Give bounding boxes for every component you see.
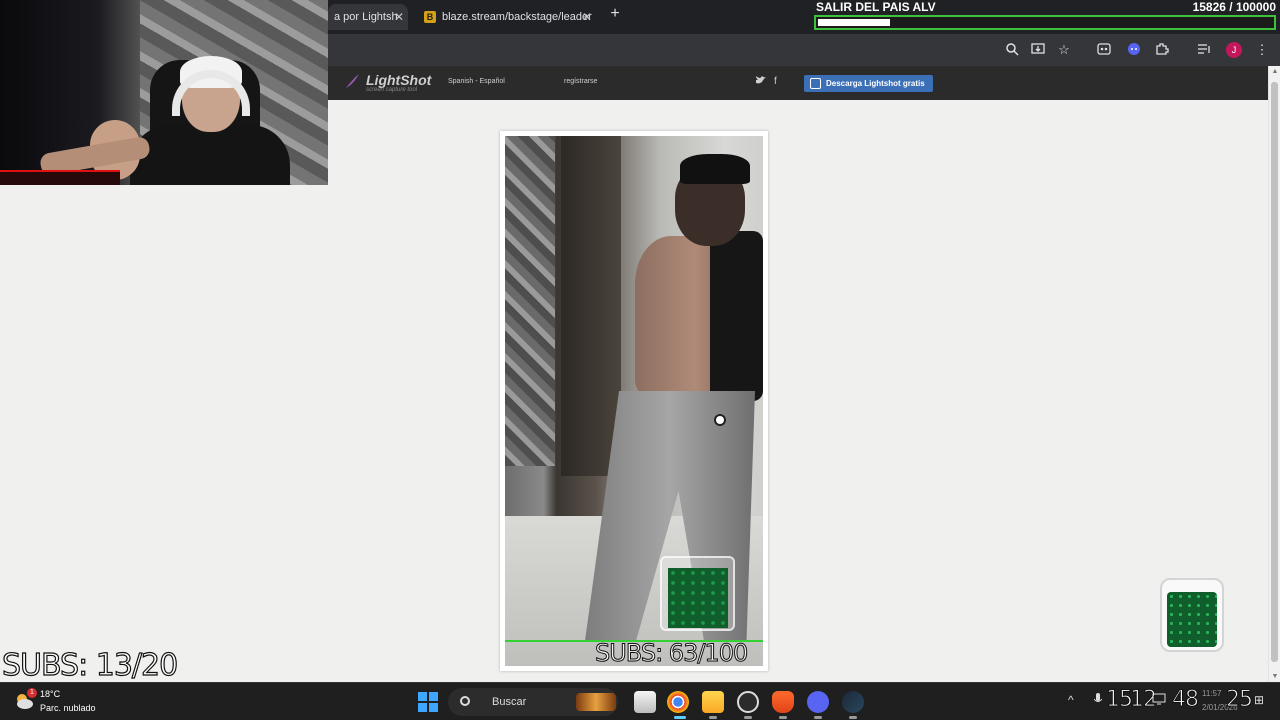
clock-digits-1: 15 [1106,687,1134,713]
zoom-icon[interactable] [1004,42,1020,58]
search-label: Buscar [492,696,527,708]
page-scrollbar[interactable]: ▲ ▼ [1268,66,1280,682]
weather-badge: 1 [27,688,37,698]
discord-running-indicator [814,716,822,719]
download-lightshot-button[interactable]: Descarga Lightshot gratis [804,75,933,92]
screenshot-subs-counter: SUBS: 63/100 [594,639,748,667]
scroll-up-arrow-icon[interactable]: ▲ [1269,68,1280,75]
webcam-overlay [0,0,328,185]
tray-overflow-icon[interactable]: ^ [1068,693,1074,707]
obs-icon[interactable] [737,691,759,713]
lightshot-logo-text: LightShot [366,72,432,88]
lightshot-header: LightShot screen capture tool Spanish - … [328,66,1268,100]
discord-extension-icon[interactable] [1126,42,1142,58]
tab-close-icon[interactable]: ✕ [394,4,404,30]
subs-jar-overlay-icon [1160,578,1224,652]
search-icon [460,696,470,706]
brave-icon[interactable] [772,691,794,713]
lightshot-tagline: screen capture tool [366,87,418,94]
weather-temperature[interactable]: 18°C [40,689,60,699]
discord-icon[interactable] [807,691,829,713]
new-tab-button[interactable]: + [606,5,624,23]
goal-count: 15826 / 100000 [1192,0,1276,14]
screenshot-frame: SUBS: 63/100 [500,131,768,671]
profile-avatar[interactable]: J [1226,42,1242,58]
install-app-icon[interactable] [1030,42,1046,58]
steam-running-indicator [849,716,857,719]
jar-overlay-icon [660,556,735,631]
obs-running-indicator [744,716,752,719]
tab-close-icon[interactable]: ✕ [582,4,592,30]
explorer-running-indicator [709,716,717,719]
chrome-icon[interactable] [667,691,689,713]
windows-taskbar: 1 18°C Parc. nublado Buscar ^ 15 12 48 1… [0,682,1280,720]
stone-wall [505,136,555,466]
clock-digits-3: 48 [1172,687,1200,713]
clock-time[interactable]: 11:57 [1202,689,1221,698]
extensions-puzzle-icon[interactable] [1154,42,1170,58]
chrome-active-indicator [674,716,686,719]
tab-blaze-label: blaze.stream/backstage/leader [442,11,592,23]
network-icon[interactable] [1152,693,1166,708]
bookmark-star-icon[interactable]: ☆ [1056,42,1072,58]
file-explorer-icon[interactable] [702,691,724,713]
keyboard [0,170,120,185]
media-queue-icon[interactable] [1196,42,1212,58]
download-button-label: Descarga Lightshot gratis [826,79,925,88]
screenshot-image[interactable]: SUBS: 63/100 [505,136,763,666]
weather-condition[interactable]: Parc. nublado [40,703,96,713]
facebook-icon[interactable]: f [774,76,777,87]
task-view-icon[interactable] [634,691,656,713]
tab-lightshot[interactable]: a por Lightsh ✕ [328,4,408,30]
goal-title: SALIR DEL PAIS ALV [816,0,936,14]
steam-icon[interactable] [842,691,864,713]
goal-progress-bar [814,15,1276,30]
clock-digits-4: 25 [1226,687,1254,713]
download-icon [810,78,821,89]
scrollbar-thumb[interactable] [1271,82,1278,662]
goal-progress-fill [818,19,890,26]
language-selector[interactable]: Spanish - Español [448,78,505,85]
microphone-icon[interactable] [1093,693,1103,708]
twitter-icon[interactable] [756,76,766,88]
feather-logo-icon [346,74,359,89]
person-jacket [710,231,763,401]
scroll-down-arrow-icon[interactable]: ▼ [1269,673,1280,680]
taskbar-search[interactable]: Buscar [448,688,618,716]
doorway [561,136,621,476]
windows-start-icon[interactable] [418,692,438,712]
person-cap [680,154,750,184]
browser-menu-icon[interactable]: ⋮ [1254,42,1270,58]
lightshot-logo[interactable]: LightShot screen capture tool [344,72,431,93]
register-link[interactable]: regístrarse [564,78,597,85]
brave-running-indicator [779,716,787,719]
stream-subs-counter: SUBS: 13/20 [1,647,178,683]
search-highlight-thumbnail [576,693,616,711]
tab-lightshot-label: a por Lightsh [334,11,398,23]
zoom-cursor-icon [714,414,726,426]
extension-icon[interactable] [1096,42,1112,58]
blaze-favicon-icon: B [424,11,436,24]
tab-blaze[interactable]: Bblaze.stream/backstage/leader ✕ [418,4,596,30]
streamer-body [130,125,290,185]
notification-icon[interactable]: ⊞ [1254,693,1264,707]
